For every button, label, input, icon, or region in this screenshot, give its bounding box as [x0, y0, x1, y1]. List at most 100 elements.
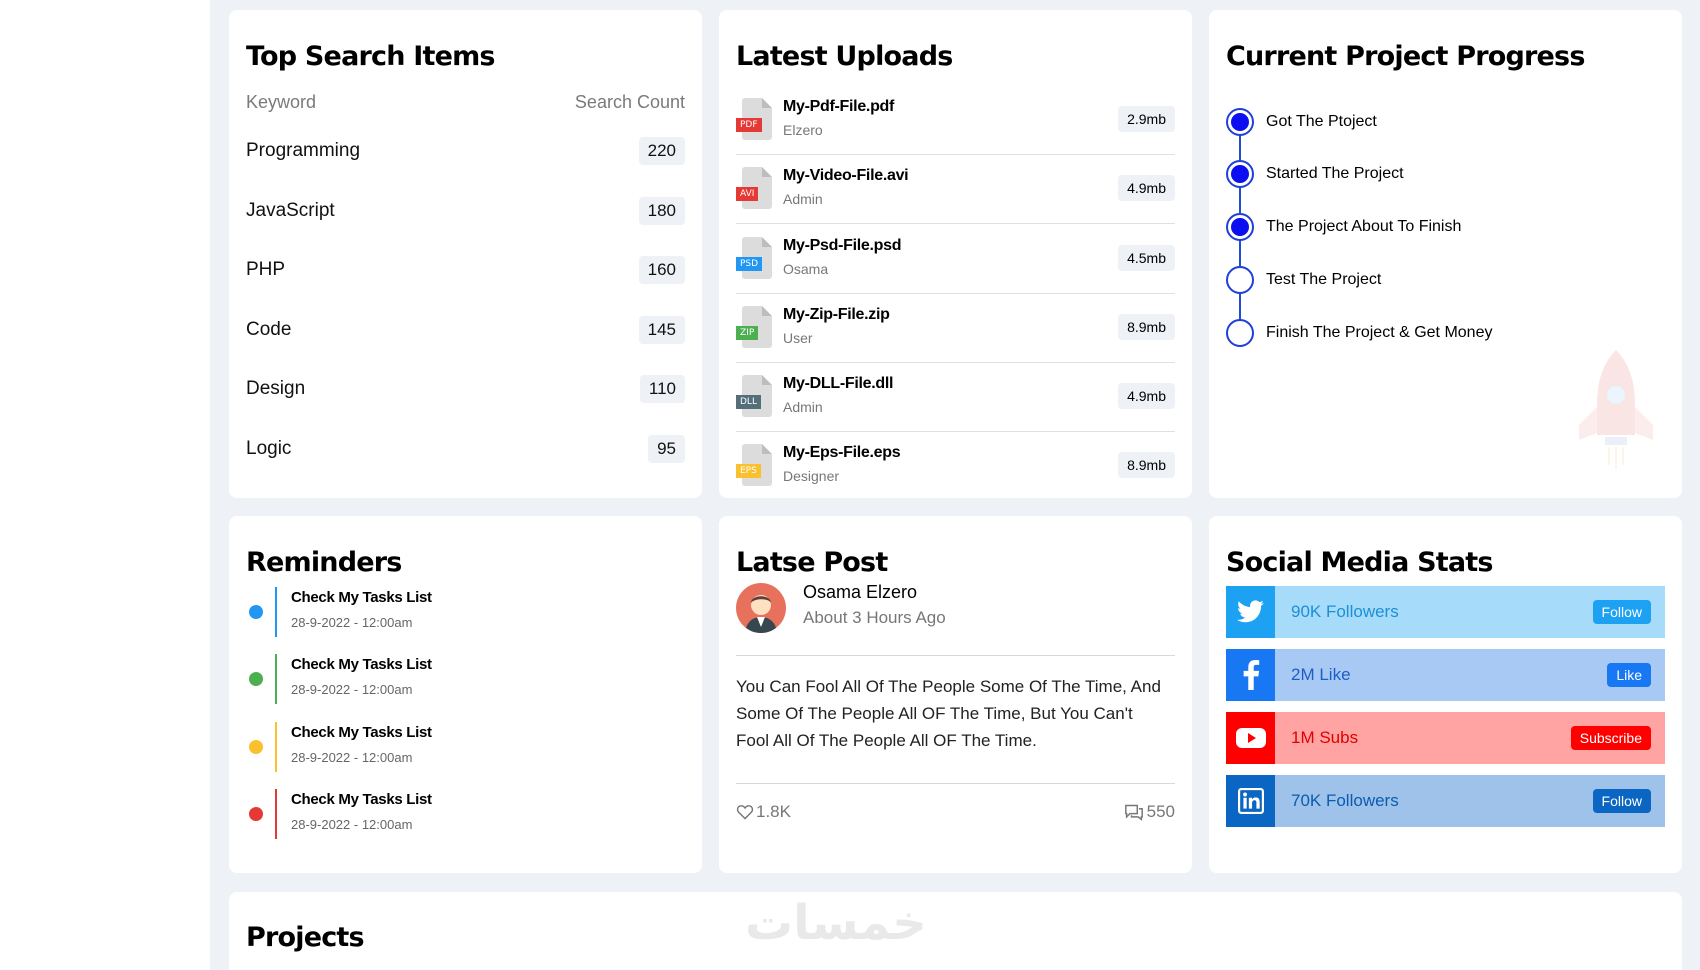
- file-type-tag: PSD: [736, 257, 763, 271]
- social-row-youtube: 1M Subs Subscribe: [1226, 712, 1665, 764]
- post-text: You Can Fool All Of The People Some Of T…: [736, 677, 1161, 750]
- file-name: My-Pdf-File.pdf: [783, 98, 895, 115]
- progress-dot-icon: [1226, 266, 1254, 294]
- social-stats-card: Social Media Stats 90K Followers Follow 2M…: [1209, 516, 1682, 873]
- facebook-icon: [1226, 649, 1275, 701]
- search-row: Logic 95: [246, 434, 685, 464]
- search-row: JavaScript 180: [246, 196, 685, 226]
- file-uploader: User: [783, 330, 813, 346]
- progress-step-label: The Project About To Finish: [1266, 218, 1462, 235]
- sidebar: [0, 0, 210, 970]
- search-count: 160: [638, 256, 685, 284]
- top-search-title: Top Search Items: [246, 41, 496, 72]
- search-count: 145: [638, 316, 685, 344]
- progress-step-label: Finish The Project & Get Money: [1266, 324, 1493, 341]
- progress-step: Finish The Project & Get Money: [1226, 318, 1492, 348]
- post-time: About 3 Hours Ago: [803, 608, 946, 627]
- latest-uploads-title: Latest Uploads: [736, 41, 953, 72]
- reminders-title: Reminders: [246, 547, 402, 578]
- linkedin-button[interactable]: Follow: [1592, 789, 1651, 813]
- upload-row[interactable]: ZIP My-Zip-File.zip User 8.9mb: [736, 294, 1175, 363]
- file-uploader: Elzero: [783, 122, 823, 138]
- file-size: 4.9mb: [1118, 175, 1175, 201]
- file-icon: PSD: [736, 237, 774, 281]
- search-row: PHP 160: [246, 255, 685, 285]
- top-search-card: Top Search Items Keyword Search Count Pr…: [229, 10, 702, 498]
- post-divider-top: [736, 655, 1175, 656]
- reminder-date: 28-9-2022 - 12:00am: [291, 750, 413, 765]
- reminder-title: Check My Tasks List: [291, 724, 432, 741]
- youtube-icon: [1226, 712, 1275, 764]
- upload-row[interactable]: PDF My-Pdf-File.pdf Elzero 2.9mb: [736, 86, 1175, 155]
- twitter-button[interactable]: Follow: [1592, 600, 1651, 624]
- progress-dot-icon: [1226, 160, 1254, 188]
- search-count: 110: [639, 375, 685, 403]
- reminder-dot-icon: [249, 672, 263, 686]
- comments-count: 550: [1146, 802, 1175, 821]
- file-name: My-DLL-File.dll: [783, 375, 894, 392]
- reminder-bar: [275, 789, 277, 839]
- social-row-facebook: 2M Like Like: [1226, 649, 1665, 701]
- file-size: 4.9mb: [1118, 383, 1175, 409]
- watermark-logo: خمسات: [745, 895, 927, 951]
- social-stat-text: 90K Followers: [1291, 602, 1399, 621]
- file-icon: EPS: [736, 444, 774, 488]
- progress-dot-icon: [1226, 213, 1254, 241]
- reminder-date: 28-9-2022 - 12:00am: [291, 817, 413, 832]
- file-type-tag: DLL: [736, 395, 761, 409]
- projects-card: Projects: [229, 892, 1682, 970]
- file-icon: DLL: [736, 375, 774, 419]
- latest-post-card: Latse Post Osama Elzero About 3 Hours Ag…: [719, 516, 1192, 873]
- reminder-date: 28-9-2022 - 12:00am: [291, 682, 413, 697]
- upload-row[interactable]: AVI My-Video-File.avi Admin 4.9mb: [736, 155, 1175, 224]
- reminders-card: Reminders Check My Tasks List 28-9-2022 -…: [229, 516, 702, 873]
- youtube-button[interactable]: Subscribe: [1570, 726, 1651, 750]
- file-type-tag: ZIP: [736, 326, 759, 340]
- search-row: Code 145: [246, 315, 685, 345]
- file-icon: ZIP: [736, 306, 774, 350]
- search-keyword: Logic: [246, 438, 292, 459]
- reminder-dot-icon: [249, 605, 263, 619]
- progress-step-label: Test The Project: [1266, 271, 1382, 288]
- file-size: 2.9mb: [1118, 106, 1175, 132]
- social-stat-text: 1M Subs: [1291, 728, 1359, 747]
- upload-row[interactable]: EPS My-Eps-File.eps Designer 8.9mb: [736, 432, 1175, 501]
- reminder-title: Check My Tasks List: [291, 656, 432, 673]
- progress-step: Started The Project: [1226, 159, 1404, 189]
- progress-dot-icon: [1226, 108, 1254, 136]
- reminder-title: Check My Tasks List: [291, 791, 432, 808]
- facebook-button[interactable]: Like: [1607, 663, 1651, 687]
- file-icon: PDF: [736, 98, 774, 142]
- file-name: My-Psd-File.psd: [783, 237, 902, 254]
- avatar: [736, 583, 786, 633]
- social-stat-text: 70K Followers: [1291, 791, 1399, 810]
- reminder-dot-icon: [249, 807, 263, 821]
- linkedin-icon: [1226, 775, 1275, 827]
- search-keyword: PHP: [246, 259, 286, 280]
- upload-row[interactable]: DLL My-DLL-File.dll Admin 4.9mb: [736, 363, 1175, 432]
- upload-row[interactable]: PSD My-Psd-File.psd Osama 4.5mb: [736, 225, 1175, 294]
- projects-title: Projects: [246, 922, 365, 953]
- post-likes[interactable]: 1.8K: [736, 802, 791, 822]
- file-size: 8.9mb: [1118, 452, 1175, 478]
- reminder-title: Check My Tasks List: [291, 589, 432, 606]
- social-stat-text: 2M Like: [1291, 665, 1351, 684]
- twitter-icon: [1226, 586, 1275, 638]
- file-size: 8.9mb: [1118, 314, 1175, 340]
- post-author[interactable]: Osama Elzero: [803, 582, 917, 603]
- search-count: 220: [638, 137, 685, 165]
- file-name: My-Eps-File.eps: [783, 444, 901, 461]
- comments-icon: [1124, 804, 1143, 821]
- search-row: Design 110: [246, 374, 685, 404]
- progress-step: The Project About To Finish: [1226, 212, 1461, 242]
- project-progress-card: Current Project Progress Got The Ptoject…: [1209, 10, 1682, 498]
- post-comments[interactable]: 550: [1123, 802, 1175, 822]
- file-type-tag: AVI: [736, 187, 759, 201]
- file-uploader: Designer: [783, 468, 840, 484]
- file-type-tag: PDF: [736, 118, 762, 132]
- search-count: 180: [638, 197, 685, 225]
- file-name: My-Zip-File.zip: [783, 306, 890, 323]
- file-uploader: Admin: [783, 191, 823, 207]
- progress-step: Test The Project: [1226, 265, 1381, 295]
- search-row: Programming 220: [246, 136, 685, 166]
